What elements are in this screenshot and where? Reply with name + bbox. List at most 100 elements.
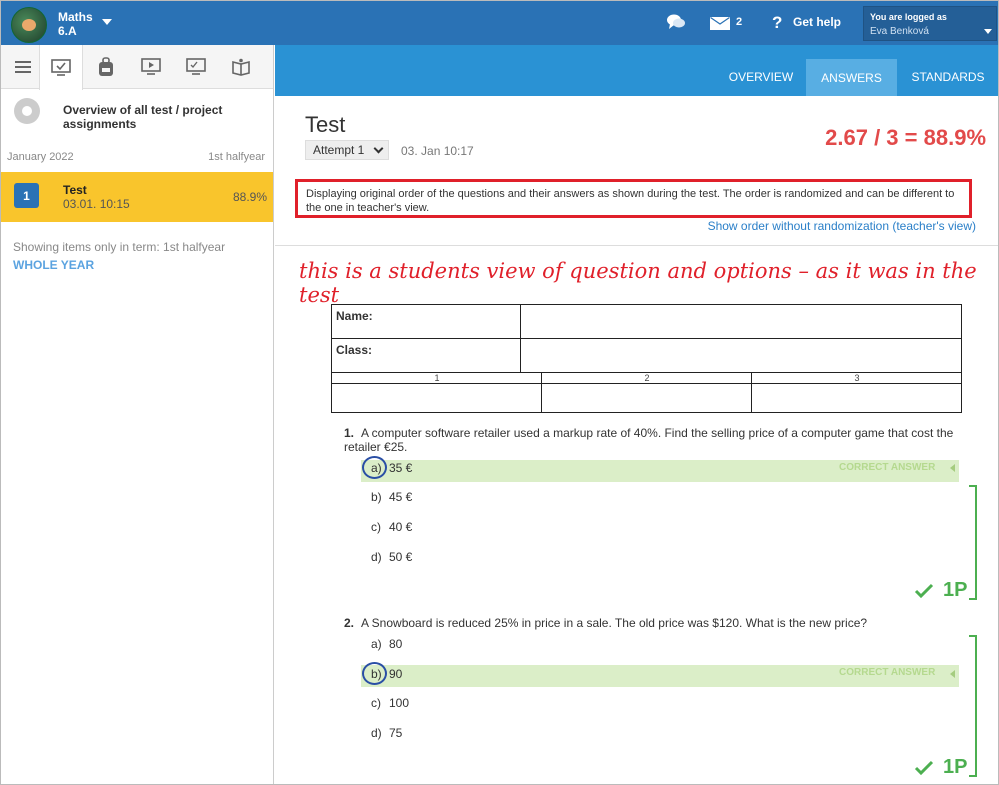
option-letter: d)	[371, 550, 382, 564]
option-text: 80	[389, 637, 403, 651]
monitor-list-icon	[186, 58, 206, 75]
attempt-select[interactable]: Attempt 1	[305, 140, 389, 160]
user-name: Eva Benková	[870, 26, 929, 37]
correct-answer-label: CORRECT ANSWER	[839, 667, 936, 678]
tab-presentations[interactable]	[129, 45, 173, 89]
item-title: Test	[63, 183, 87, 197]
main-tab-bar: OVERVIEW ANSWERS STANDARDS	[275, 45, 998, 96]
option-text: 40 €	[389, 520, 413, 534]
overview-all-link[interactable]: Overview of all test / project assignmen…	[63, 103, 238, 131]
handwritten-annotation: this is a students view of question and …	[299, 259, 977, 307]
option-letter: d)	[371, 726, 382, 740]
name-value-cell[interactable]	[521, 305, 961, 339]
check-icon	[914, 760, 934, 776]
play-monitor-icon	[141, 58, 161, 75]
item-percent: 88.9%	[232, 190, 267, 204]
class-label: Class:	[336, 343, 373, 357]
course-name: Maths	[58, 10, 93, 24]
class-label-cell: Class:	[332, 339, 521, 373]
option-text: 75	[389, 726, 403, 740]
show-order-link[interactable]: Show order without randomization (teache…	[708, 219, 976, 233]
option-text: 50 €	[389, 550, 413, 564]
question-points: 1P	[943, 579, 968, 601]
option-c[interactable]: c) 40 €	[371, 520, 412, 534]
monitor-check-icon	[51, 58, 71, 76]
option-letter: a)	[371, 461, 382, 475]
question-text: A Snowboard is reduced 25% in price in a…	[361, 616, 868, 630]
col-number: 3	[854, 373, 860, 383]
course-class: 6.A	[58, 24, 77, 38]
points-bracket	[969, 635, 977, 777]
page-title: Test	[305, 112, 346, 137]
tab-books[interactable]	[219, 45, 263, 89]
randomization-notice: Displaying original order of the questio…	[295, 179, 972, 218]
option-text: 45 €	[389, 490, 413, 504]
option-b[interactable]: b) 90	[371, 667, 402, 681]
question-text: A computer software retailer used a mark…	[344, 426, 954, 454]
chevron-down-icon	[984, 29, 992, 34]
col-number: 2	[644, 373, 650, 383]
question-2: 2. A Snowboard is reduced 25% in price in…	[344, 616, 959, 630]
course-avatar[interactable]	[11, 7, 47, 43]
triangle-left-icon	[950, 670, 955, 678]
backpack-icon	[99, 57, 113, 76]
option-text: 90	[389, 667, 403, 681]
logged-as-label: You are logged as	[870, 12, 947, 22]
option-d[interactable]: d) 75	[371, 726, 402, 740]
get-help-link[interactable]: Get help	[793, 15, 841, 29]
tab-standards[interactable]: STANDARDS	[905, 59, 991, 95]
score-summary: 2.67 / 3 = 88.9%	[825, 125, 986, 150]
mail-count-badge: 2	[736, 16, 743, 28]
attempt-date: 03. Jan 10:17	[401, 144, 474, 158]
chevron-down-icon	[373, 143, 384, 154]
triangle-left-icon	[950, 464, 955, 472]
top-bar: Maths 6.A 2 ? Get help You are logged as…	[1, 1, 998, 45]
item-date: 03.01. 10:15	[63, 197, 130, 211]
option-letter: c)	[371, 520, 381, 534]
tab-exercises[interactable]	[174, 45, 218, 89]
course-selector[interactable]: Maths 6.A	[58, 10, 93, 38]
gear-icon	[14, 98, 40, 124]
sidebar-tabs	[1, 45, 273, 90]
attempt-value: Attempt 1	[313, 143, 365, 157]
option-a[interactable]: a) 80	[371, 637, 402, 651]
question-number: 1.	[344, 426, 355, 440]
term-filter-text: Showing items only in term: 1st halfyear	[13, 240, 226, 254]
tab-overview[interactable]: OVERVIEW	[721, 59, 801, 95]
question-1: 1. A computer software retailer used a ma…	[344, 426, 959, 454]
item-number-badge: 1	[14, 183, 39, 208]
option-b[interactable]: b) 45 €	[371, 490, 412, 504]
chevron-down-icon[interactable]	[102, 19, 112, 25]
check-icon	[914, 583, 934, 599]
list-item-test[interactable]: 1 Test 03.01. 10:15 88.9%	[1, 172, 273, 222]
divider	[275, 245, 998, 246]
book-icon	[232, 58, 250, 76]
mail-icon[interactable]	[710, 17, 730, 30]
option-letter: b)	[371, 490, 382, 504]
option-text: 35 €	[389, 461, 413, 475]
chat-icon[interactable]	[666, 13, 686, 31]
help-icon[interactable]: ?	[772, 13, 782, 33]
option-c[interactable]: c) 100	[371, 696, 409, 710]
option-d[interactable]: d) 50 €	[371, 550, 412, 564]
name-label-cell: Name:	[332, 305, 521, 339]
sidebar: Overview of all test / project assignmen…	[1, 45, 274, 784]
option-a[interactable]: a) 35 €	[371, 461, 412, 475]
class-value-cell[interactable]	[521, 339, 961, 373]
col-number: 1	[434, 373, 440, 383]
term-halfyear: 1st halfyear	[208, 151, 265, 163]
name-class-table: Name: Class: 1 2 3	[331, 304, 962, 413]
question-number: 2.	[344, 616, 355, 630]
question-points: 1P	[943, 756, 968, 778]
option-letter: c)	[371, 696, 381, 710]
tab-answers[interactable]: ANSWERS	[806, 59, 897, 96]
points-bracket	[969, 485, 977, 600]
option-text: 100	[389, 696, 410, 710]
correct-answer-label: CORRECT ANSWER	[839, 462, 936, 473]
user-menu[interactable]: You are logged as Eva Benková	[863, 6, 997, 41]
tab-homework[interactable]	[84, 45, 128, 89]
whole-year-link[interactable]: WHOLE YEAR	[13, 258, 94, 272]
option-letter: a)	[371, 637, 382, 651]
tab-tests[interactable]	[39, 45, 83, 90]
option-letter: b)	[371, 667, 382, 681]
